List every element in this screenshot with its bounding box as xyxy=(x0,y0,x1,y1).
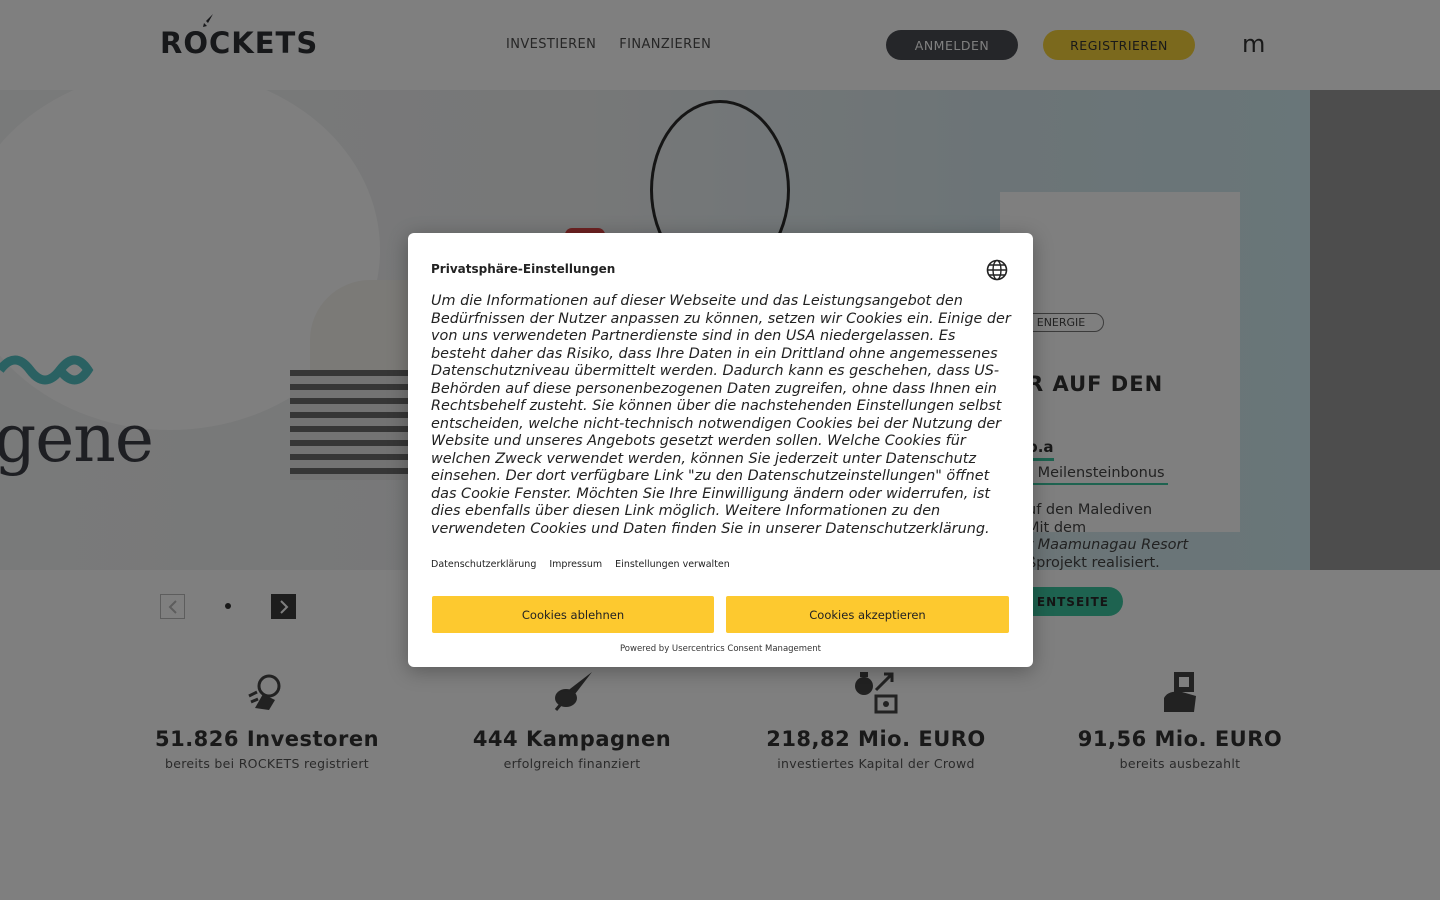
manage-settings-link[interactable]: Einstellungen verwalten xyxy=(615,559,730,570)
powered-by-text[interactable]: Powered by Usercentrics Consent Manageme… xyxy=(408,644,1033,654)
consent-links: Datenschutzerklärung Impressum Einstellu… xyxy=(431,559,730,570)
privacy-policy-link[interactable]: Datenschutzerklärung xyxy=(431,559,536,570)
dialog-title: Privatsphäre-Einstellungen xyxy=(431,262,616,276)
accept-cookies-button[interactable]: Cookies akzeptieren xyxy=(726,596,1009,633)
imprint-link[interactable]: Impressum xyxy=(549,559,602,570)
decline-cookies-button[interactable]: Cookies ablehnen xyxy=(432,596,714,633)
consent-text: Um die Informationen auf dieser Webseite… xyxy=(431,293,1011,537)
cookie-consent-dialog: Privatsphäre-Einstellungen Um die Inform… xyxy=(408,233,1033,667)
globe-language-icon[interactable] xyxy=(986,259,1008,281)
